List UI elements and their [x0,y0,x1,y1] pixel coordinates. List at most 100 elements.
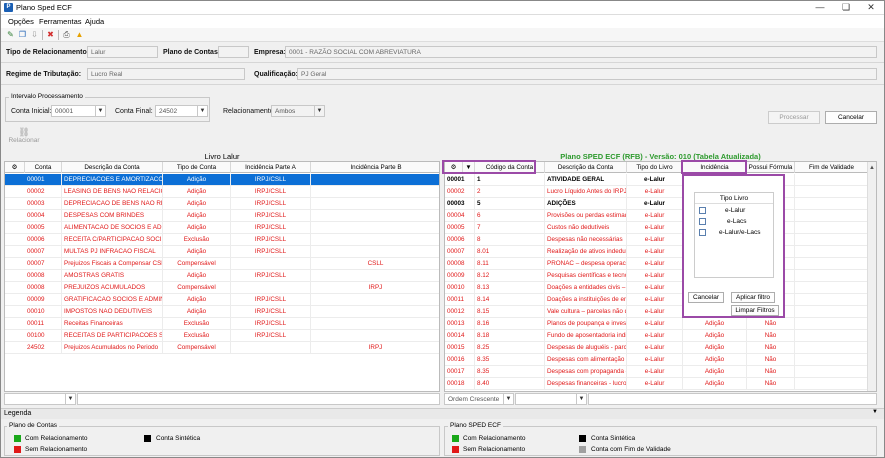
maximize-button[interactable]: ❏ [833,1,859,14]
table-cell: 8.18 [475,330,545,342]
col-descricao[interactable]: Descrição da Conta [62,162,163,173]
table-row[interactable]: 000078.01Realização de ativos indedutíve… [445,246,869,258]
col-fim-validade[interactable]: Fim de Validade [795,162,869,173]
table-row[interactable]: 000088.11PRONAC – despesa operacionae-La… [445,258,869,270]
menu-opcoes[interactable]: Opções [8,17,34,26]
lalur-filter-select[interactable]: ▼ [4,393,76,405]
filter-clear-button[interactable]: Limpar Filtros [731,305,779,316]
filter-checkbox-elacs[interactable] [699,218,706,225]
collapse-icon[interactable]: ▼ [872,409,878,415]
table-cell: e-Lalur [627,246,683,258]
table-cell: 00013 [445,318,475,330]
table-row[interactable]: 00100 RECEITAS DE PARTICIPACOES SOC Exclus… [5,330,439,342]
filter-apply-button[interactable]: Aplicar filtro [731,292,775,303]
table-row[interactable]: 00009 GRATIFICACAO SOCIOS E ADMINIS Adição… [5,294,439,306]
export-icon[interactable]: ▲ [75,30,84,39]
table-cell: PREJUIZOS ACUMULADOS [62,282,163,294]
filter-checkbox-elalur-elacs[interactable] [699,229,706,236]
sped-order-select[interactable]: Ordem Crescente ▼ [444,393,514,405]
table-row[interactable]: 00006 RECEITA C/PARTICIPACAO SOCIET Exclus… [5,234,439,246]
table-row[interactable]: 00003 5 ADIÇÕES e-Lalur [445,198,869,210]
table-row[interactable]: 00016 8.35 Despesas com alimentação de e-La… [445,354,869,366]
table-cell [311,294,439,306]
table-row[interactable]: 00004 6 Provisões ou perdas estimadas e-Lal… [445,210,869,222]
conta-final-select[interactable]: 24502 ▼ [155,105,208,117]
close-button[interactable]: ✕ [858,1,884,14]
conta-inicial-select[interactable]: 00001 ▼ [51,105,106,117]
download-icon[interactable]: ⇩ [30,30,39,39]
relacionamento-select[interactable]: Ambos ▼ [271,105,325,117]
menu-ajuda[interactable]: Ajuda [85,17,104,26]
title-bar: P Plano Sped ECF — ❏ ✕ [1,1,884,15]
table-row[interactable]: 00002 2 Lucro Líquido Antes do IRPJ e-Lalur [445,186,869,198]
table-cell: LEASING DE BENS NAO RELACIONA [62,186,163,198]
table-row[interactable]: 00008 PREJUIZOS ACUMULADOS Compensável IRPJ [5,282,439,294]
filter-option-elacs[interactable]: e-Lacs [727,218,747,225]
scroll-up-icon[interactable]: ▲ [869,165,875,175]
table-row[interactable]: 00006 8 Despesas não necessárias e-Lalur [445,234,869,246]
filter-option-elalur-elacs[interactable]: e-Lalur/e-Lacs [719,229,761,236]
table-row[interactable]: 00018 8.40 Despesas financeiras - lucros e… [445,378,869,390]
menu-bar: Opções Ferramentas Ajuda [1,15,884,28]
grid-settings-icon[interactable]: ⚙ [5,162,25,173]
table-cell [795,342,869,354]
table-row[interactable]: 00010 8.13 Doações a entidades civis – pa e… [445,282,869,294]
table-row[interactable]: 00011 Receitas Financeiras Exclusão IRPJ/CS… [5,318,439,330]
table-row[interactable]: 00002LEASING DE BENS NAO RELACIONAAdição… [5,186,439,198]
col-conta[interactable]: Conta [25,162,62,173]
lalur-search-input[interactable] [77,393,440,405]
new-icon[interactable]: ✎ [6,30,15,39]
table-row[interactable]: 00012 8.15 Vale cultura – parcelas não de e… [445,306,869,318]
cancelar-button[interactable]: Cancelar [825,111,877,124]
table-cell: Compensável [163,282,231,294]
relacionar-button[interactable]: ⛓ Relacionar [6,127,42,147]
table-row[interactable]: 00005 ALIMENTACAO DE SOCIOS E ADMIN Adição… [5,222,439,234]
table-row[interactable]: 00009 8.12 Pesquisas científicas e tecnoló… [445,270,869,282]
table-row[interactable]: 00007 Prejuizos Fiscais a Compensar CSLL C… [5,258,439,270]
delete-icon[interactable]: ✖ [46,30,55,39]
table-row[interactable]: 00003DEPRECIACAO DE BENS NAO RELACAdição… [5,198,439,210]
table-row[interactable]: 00015 8.25 Despesas de aluguéis - parcela e… [445,342,869,354]
table-row[interactable]: 00011 8.14 Doações a instituições de ensin… [445,294,869,306]
table-row[interactable]: 00001 1 ATIVIDADE GERAL e-Lalur [445,174,869,186]
sped-filter-select[interactable]: ▼ [515,393,587,405]
filter-option-elalur[interactable]: e-Lalur [725,207,745,214]
filter-cancel-button[interactable]: Cancelar [688,292,724,303]
table-cell: 00004 [445,210,475,222]
menu-ferramentas[interactable]: Ferramentas [39,17,82,26]
table-row[interactable]: 00007 MULTAS PJ INFRACAO FISCAL Adição IRPJ… [5,246,439,258]
print-icon[interactable]: ⎙ [62,30,71,39]
toolbar: ✎ ❐ ⇩ ✖ ⎙ ▲ [1,28,884,42]
table-cell [795,306,869,318]
table-cell: Planos de poupança e investim [545,318,627,330]
table-row[interactable]: 00005 7 Custos não dedutíveis e-Lalur [445,222,869,234]
col-possui-formula[interactable]: Possui Fórmula [747,162,795,173]
col-incidencia-b[interactable]: Incidência Parte B [311,162,439,173]
table-cell [795,354,869,366]
processar-button[interactable]: Processar [768,111,820,124]
table-row[interactable]: 00013 8.16 Planos de poupança e investim e-… [445,318,869,330]
minimize-button[interactable]: — [807,1,833,14]
filter-checkbox-elalur[interactable] [699,207,706,214]
table-cell: 2 [475,186,545,198]
table-row[interactable]: 00008 AMOSTRAS GRATIS Adição IRPJ/CSLL [5,270,439,282]
table-row[interactable]: 00004 DESPESAS COM BRINDES Adição IRPJ/CSLL [5,210,439,222]
col-incidencia-a[interactable]: Incidência Parte A [231,162,311,173]
table-cell: e-Lalur [627,186,683,198]
copy-icon[interactable]: ❐ [18,30,27,39]
table-row[interactable]: 00014 8.18 Fundo de aposentadoria individ e… [445,330,869,342]
sped-search-input[interactable] [588,393,877,405]
table-row[interactable]: 24502 Prejuizos Acumulados no Periodo Comp… [5,342,439,354]
sped-scrollbar[interactable]: ▲ [867,162,876,391]
col-tipo-livro[interactable]: Tipo do Livro [627,162,683,173]
col-descricao-sped[interactable]: Descrição da Conta [545,162,627,173]
table-row[interactable]: 00010 IMPOSTOS NAO DEDUTIVEIS Adição IRPJ/C… [5,306,439,318]
table-cell [311,318,439,330]
table-cell: IRPJ/CSLL [231,246,311,258]
table-cell: 8.13 [475,282,545,294]
table-cell: 00004 [25,210,62,222]
table-row[interactable]: 00001 DEPRECIACOES E AMORTIZACOES Adição IR… [5,174,439,186]
table-cell: 8.12 [475,270,545,282]
table-row[interactable]: 00017 8.35 Despesas com propaganda – p e-La… [445,366,869,378]
col-tipo-conta[interactable]: Tipo de Conta [163,162,231,173]
